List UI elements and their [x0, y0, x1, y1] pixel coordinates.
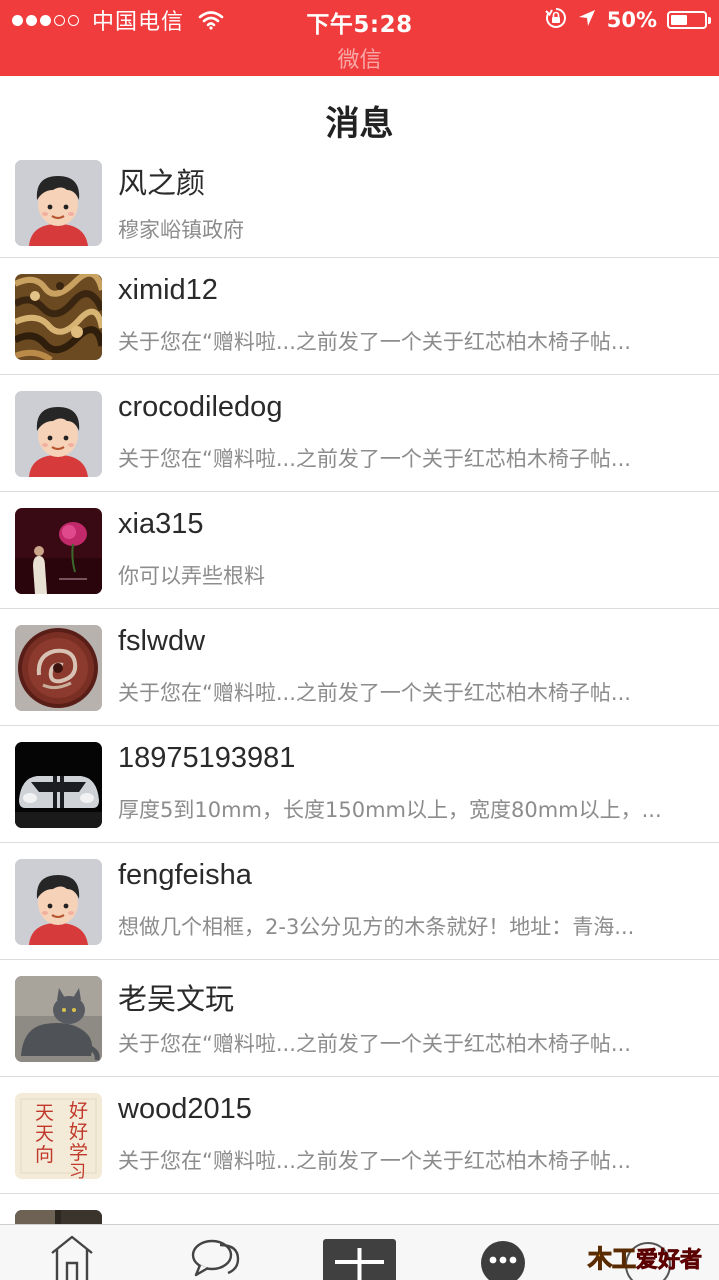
location-arrow-icon: [577, 8, 597, 32]
rotation-lock-icon: [545, 7, 567, 33]
message-preview: 想做几个相框，2-3公分见方的木条就好！地址：青海...: [118, 915, 635, 939]
list-item[interactable]: ximid12 关于您在“赠料啦...之前发了一个关于红芯柏木椅子帖...: [0, 258, 719, 375]
avatar: [15, 976, 102, 1062]
svg-text:天: 天: [35, 1123, 54, 1145]
svg-text:向: 向: [35, 1144, 54, 1166]
avatar: [15, 160, 102, 246]
avatar: [15, 625, 102, 711]
svg-text:好: 好: [69, 1100, 88, 1122]
contact-name: crocodiledog: [118, 391, 283, 423]
contact-name: fslwdw: [118, 625, 206, 657]
avatar: 天 天 向 好 好 学 习: [15, 1093, 102, 1179]
list-item[interactable]: fengfeisha 想做几个相框，2-3公分见方的木条就好！地址：青海...: [0, 843, 719, 960]
list-item[interactable]: xia315 你可以弄些根料: [0, 492, 719, 609]
avatar: [15, 391, 102, 477]
home-icon[interactable]: [48, 1225, 96, 1280]
plus-icon[interactable]: [323, 1225, 396, 1280]
message-list[interactable]: 风之颜 穆家峪镇政府 ximid12 关于您在“赠料啦...之前发了一个关于红芯: [0, 142, 719, 1224]
message-preview: 关于您在“赠料啦...之前发了一个关于红芯柏木椅子帖...: [118, 447, 631, 471]
contact-name: 风之颜: [118, 168, 206, 200]
tab-bar: 木工 爱好者: [0, 1224, 719, 1280]
status-right: 50%: [535, 6, 711, 34]
brand-logo: 木工 爱好者: [586, 1225, 712, 1280]
more-icon[interactable]: [480, 1225, 526, 1280]
status-bar: 中国电信 下午5:28 微信 50%: [0, 0, 719, 76]
contact-name: wood2015: [118, 1093, 252, 1125]
contact-name: 老吴文玩: [118, 984, 235, 1016]
message-preview: 关于您在“赠料啦...之前发了一个关于红芯柏木椅子帖...: [118, 330, 631, 354]
avatar: [15, 508, 102, 594]
chat-bubbles-icon[interactable]: [190, 1225, 242, 1280]
svg-text:木工: 木工: [587, 1245, 636, 1273]
message-preview: 关于您在“赠料啦...之前发了一个关于红芯柏木椅子帖...: [118, 681, 631, 705]
battery-icon: [667, 11, 711, 29]
battery-percent: 50%: [606, 8, 657, 32]
svg-text:学: 学: [69, 1142, 88, 1164]
message-preview: 你可以弄些根料: [118, 564, 265, 588]
svg-text:天: 天: [35, 1102, 54, 1124]
contact-name: fengfeisha: [118, 859, 252, 891]
message-preview: 关于您在“赠料啦...之前发了一个关于红芯柏木椅子帖...: [118, 1032, 631, 1056]
svg-text:习: 习: [69, 1162, 86, 1179]
svg-text:爱好者: 爱好者: [636, 1247, 702, 1273]
list-item[interactable]: 风之颜 穆家峪镇政府: [0, 142, 719, 258]
message-preview: 穆家峪镇政府: [118, 218, 244, 242]
app-screen: 中国电信 下午5:28 微信 50% 消息 风之颜 穆家峪镇政府 ximid12…: [0, 0, 719, 1280]
list-item[interactable]: 18975193981 厚度5到10mm，长度150mm以上，宽度80mm以上，…: [0, 726, 719, 843]
avatar: [15, 742, 102, 828]
page-title: 消息: [325, 104, 394, 144]
list-item[interactable]: crocodiledog 关于您在“赠料啦...之前发了一个关于红芯柏木椅子帖.…: [0, 375, 719, 492]
avatar: [15, 274, 102, 360]
contact-name: xia315: [118, 508, 204, 540]
contact-name: 18975193981: [118, 742, 296, 774]
avatar: [15, 859, 102, 945]
list-item[interactable]: 天 天 向 好 好 学 习 wood2015 关于您在“赠料啦...之前发了一个…: [0, 1077, 719, 1194]
list-item[interactable]: fslwdw 关于您在“赠料啦...之前发了一个关于红芯柏木椅子帖...: [0, 609, 719, 726]
contact-name: ximid12: [118, 274, 218, 306]
list-item[interactable]: [0, 1194, 719, 1224]
message-preview: 关于您在“赠料啦...之前发了一个关于红芯柏木椅子帖...: [118, 1149, 631, 1173]
list-item[interactable]: 老吴文玩 关于您在“赠料啦...之前发了一个关于红芯柏木椅子帖...: [0, 960, 719, 1077]
message-preview: 厚度5到10mm，长度150mm以上，宽度80mm以上，...: [118, 798, 662, 822]
svg-text:好: 好: [69, 1121, 88, 1143]
avatar: [15, 1210, 102, 1224]
back-to-app-label[interactable]: 微信: [0, 42, 719, 74]
